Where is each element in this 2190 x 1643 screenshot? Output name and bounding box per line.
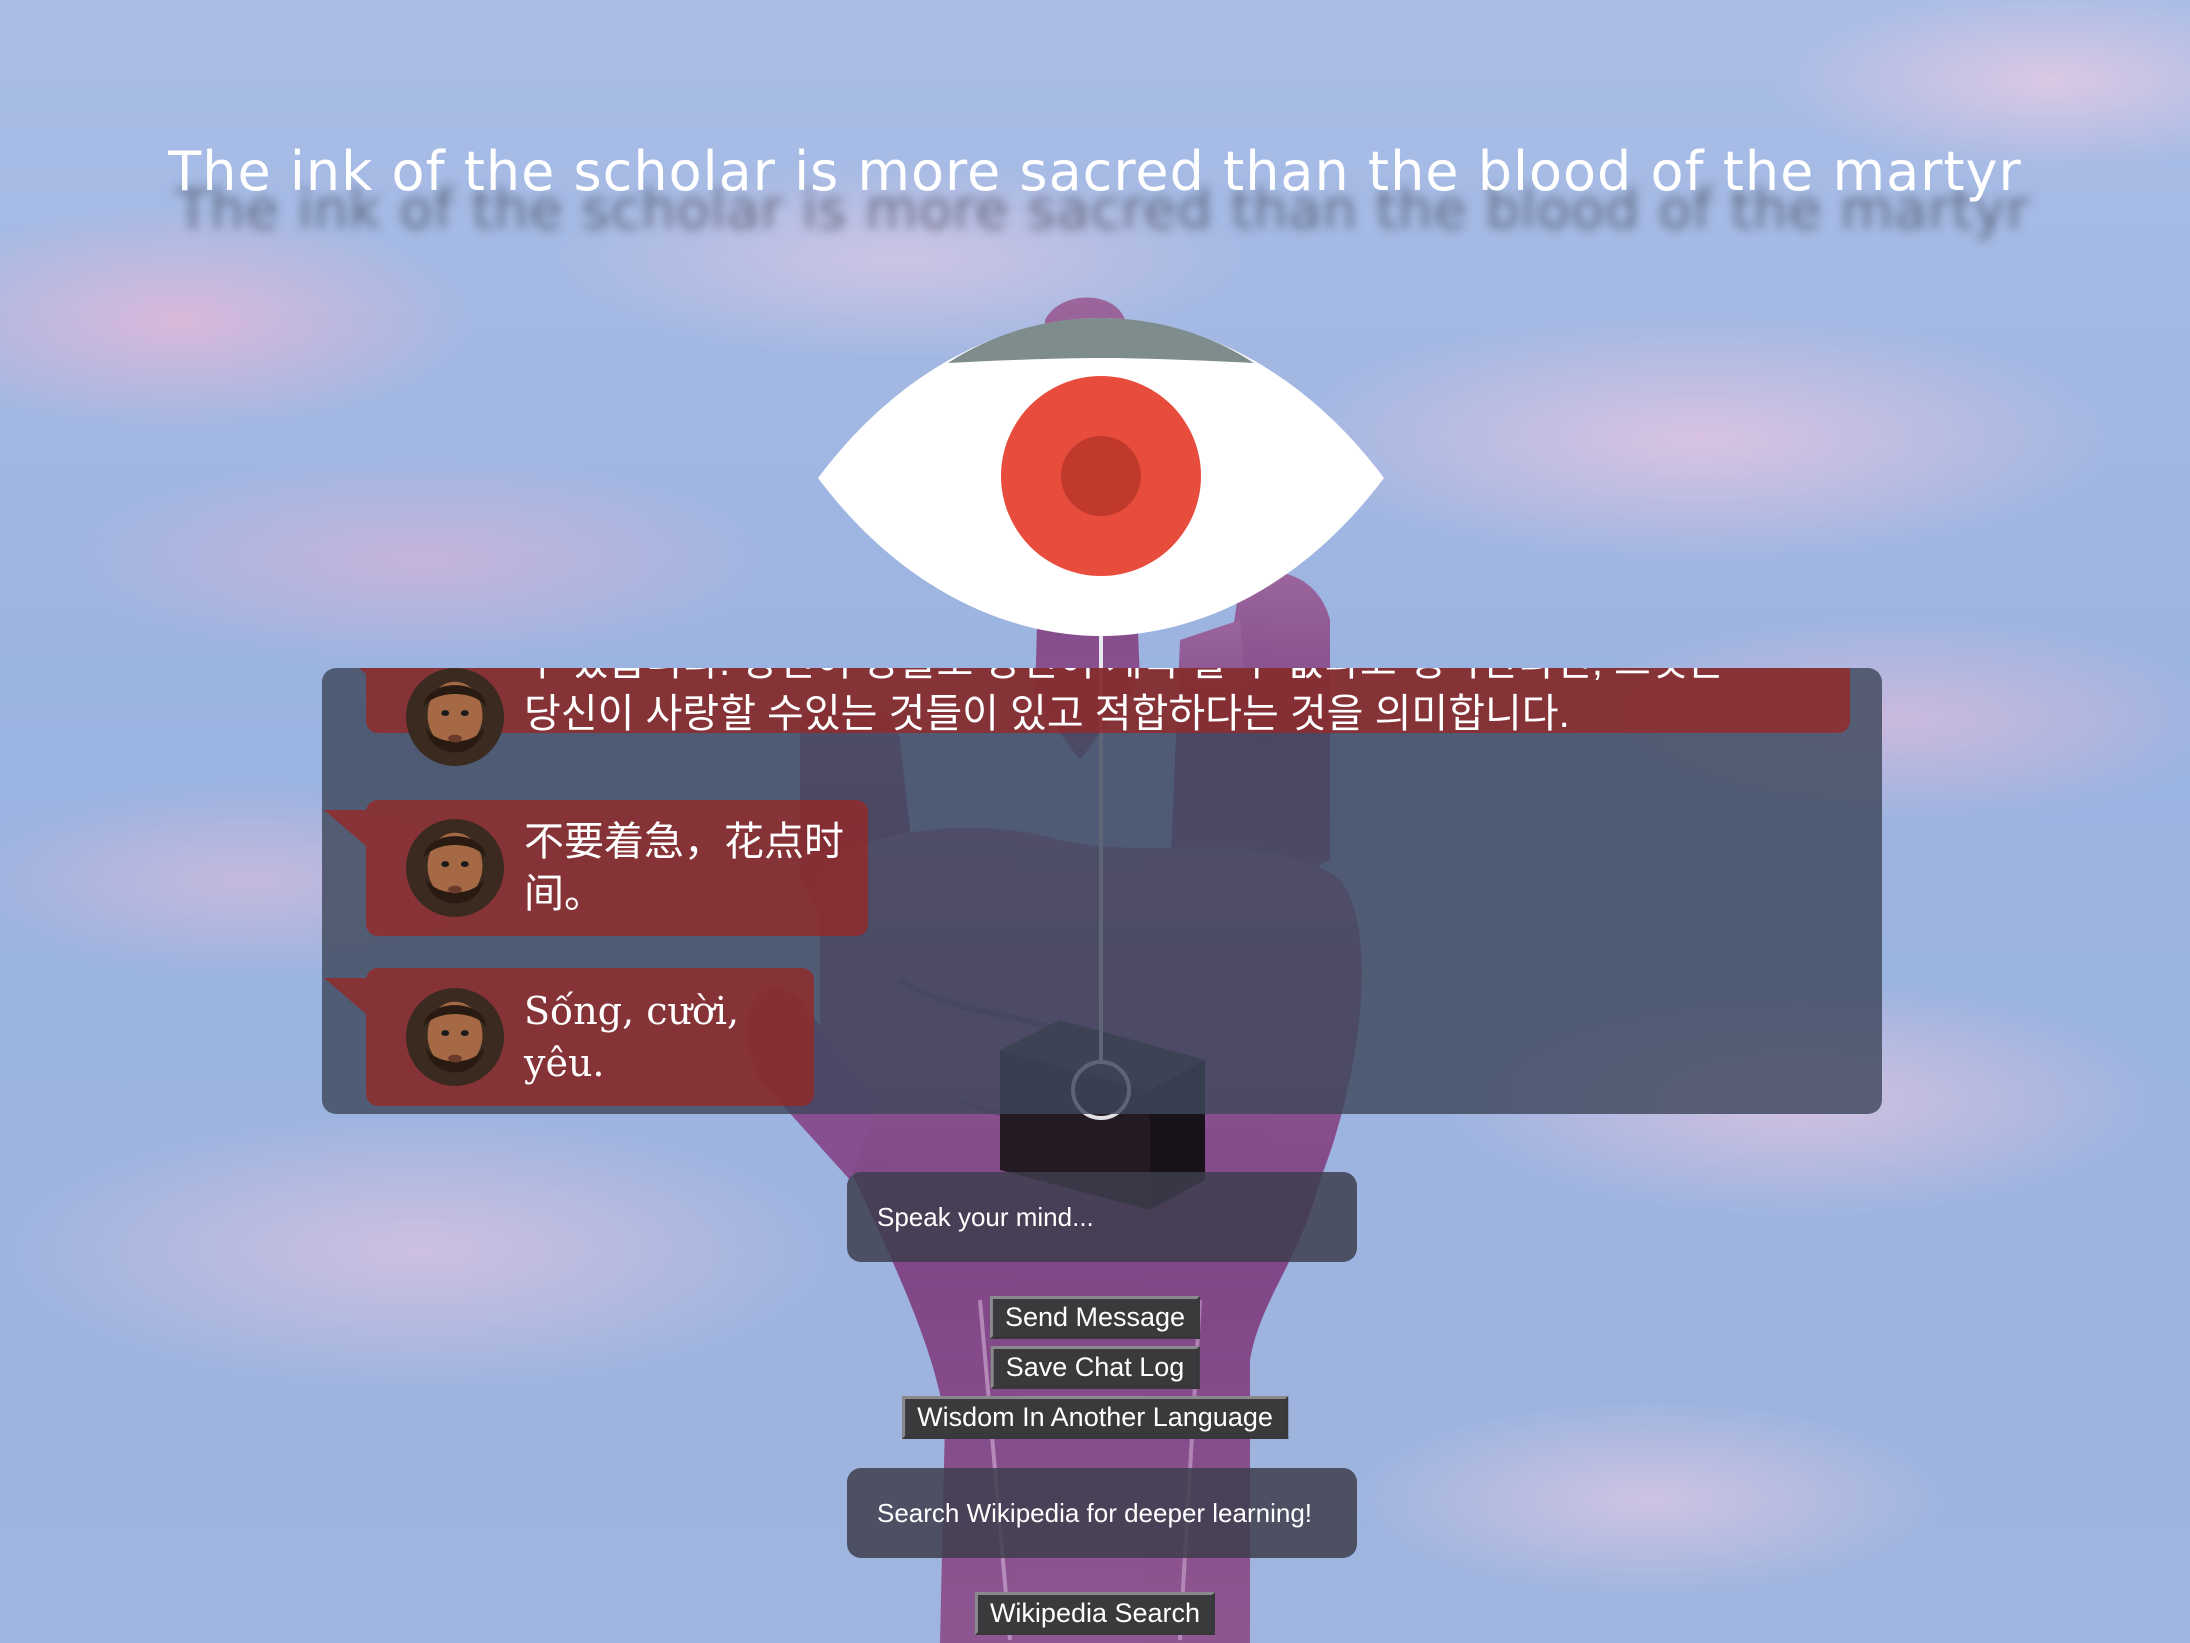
avatar-icon	[406, 668, 504, 766]
chat-message: 수 있습니다. 당신이 당을도 당신이 계속 할 수 없다고 생각한다면, 그것…	[324, 668, 1850, 766]
chat-message: 不要着急，花点时间。	[324, 800, 868, 936]
message-text: Sống, cười, yêu.	[524, 989, 740, 1085]
eye-icon	[818, 318, 1384, 636]
wikipedia-search-button[interactable]: Wikipedia Search	[974, 1592, 1216, 1635]
wikipedia-search-input[interactable]	[847, 1468, 1357, 1558]
send-message-button[interactable]: Send Message	[989, 1296, 1201, 1339]
bearded-man-avatar	[406, 668, 504, 766]
wisdom-language-button[interactable]: Wisdom In Another Language	[902, 1396, 1288, 1439]
avatar-icon	[406, 819, 504, 917]
avatar-icon	[406, 988, 504, 1086]
bearded-man-avatar	[406, 988, 504, 1086]
message-text-line: 수 있습니다. 당신이 당을도 당신이 계속 할 수 없다고 생각한다면, 그것…	[524, 668, 1725, 688]
message-input[interactable]	[847, 1172, 1357, 1262]
save-chat-log-button[interactable]: Save Chat Log	[990, 1346, 1200, 1389]
chat-log[interactable]: 수 있습니다. 당신이 당을도 당신이 계속 할 수 없다고 생각한다면, 그것…	[322, 668, 1882, 1114]
bearded-man-avatar	[406, 819, 504, 917]
message-text-line: 당신이 사랑할 수있는 것들이 있고 적합하다는 것을 의미합니다.	[524, 692, 1570, 736]
message-text: 不要着急，花点时间。	[524, 820, 844, 916]
page-title: The ink of the scholar is more sacred th…	[168, 140, 2022, 203]
chat-message: Sống, cười, yêu.	[324, 968, 814, 1106]
